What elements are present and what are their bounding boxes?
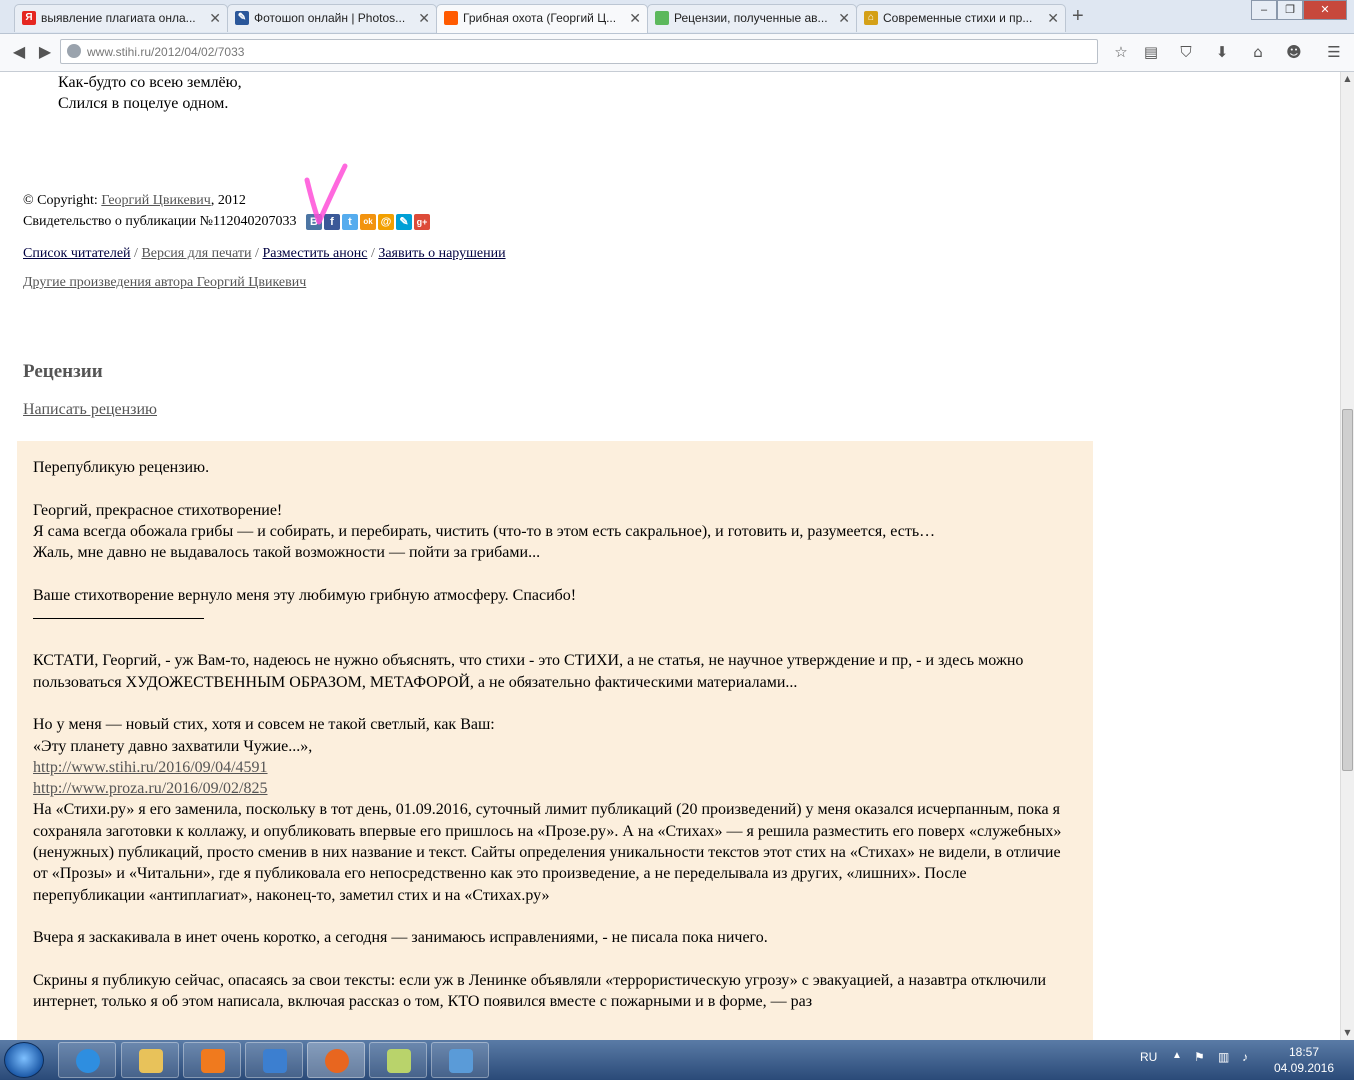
minimize-button[interactable]: – [1251, 0, 1277, 20]
tab-modern-poems[interactable]: ⌂ Современные стихи и пр... ✕ [856, 4, 1066, 32]
copyright-year: , 2012 [210, 193, 246, 208]
place-announcement-link[interactable]: Разместить анонс [262, 246, 367, 261]
pink-checkmark-annotation [304, 163, 348, 225]
forward-icon[interactable]: ▶ [34, 41, 56, 63]
review-paragraph: Жаль, мне давно не выдавалось такой возм… [33, 544, 541, 562]
review-paragraph: «Эту планету давно захватили Чужие...», [33, 737, 313, 755]
close-tab-icon[interactable]: ✕ [418, 5, 430, 31]
tab-photoshop[interactable]: ✎ Фотошоп онлайн | Photos... ✕ [227, 4, 437, 32]
copyright-prefix: © Copyright: [23, 193, 102, 208]
review-paragraph: Перепубликую рецензию. [33, 459, 210, 476]
page-content: Как-будто со всею землёю, Слился в поцел… [0, 72, 1340, 1040]
proza-link[interactable]: http://www.proza.ru/2016/09/02/825 [33, 780, 268, 797]
poem-line: Слился в поцелуе одном. [58, 95, 229, 112]
download-icon[interactable]: ⬇ [1211, 41, 1233, 63]
tab-label: Современные стихи и пр... [883, 11, 1033, 25]
link-separator: / [367, 246, 379, 261]
review-paragraph: Георгий, прекрасное стихотворение! [33, 501, 283, 519]
address-bar[interactable] [60, 39, 1098, 64]
stihi-link[interactable]: http://www.stihi.ru/2016/09/04/4591 [33, 759, 268, 776]
internet-explorer-icon[interactable] [58, 1042, 116, 1078]
scrollbar-thumb[interactable] [1342, 409, 1353, 771]
menu-icon[interactable]: ☰ [1323, 41, 1345, 63]
copyright-block: © Copyright: Георгий Цвикевич, 2012 Свид… [23, 190, 432, 232]
globe-icon [67, 44, 81, 58]
close-tab-icon[interactable]: ✕ [838, 5, 850, 31]
mailru-icon[interactable]: @ [378, 214, 395, 231]
reviews-heading: Рецензии [23, 361, 103, 382]
wordpad-icon[interactable] [245, 1042, 303, 1078]
new-tab-button[interactable]: + [1072, 5, 1084, 28]
media-player-icon[interactable] [183, 1042, 241, 1078]
stihi-favicon-icon [444, 11, 458, 25]
green-favicon-icon [655, 11, 669, 25]
home-favicon-icon: ⌂ [864, 11, 878, 25]
start-button[interactable] [4, 1042, 44, 1078]
work-links: Список читателей / Версия для печати / Р… [23, 246, 506, 262]
navigation-toolbar: ◀ ▶ ☆ ▤ ⛉ ⬇ ⌂ ☻ ☰ [0, 34, 1354, 72]
maximize-button[interactable]: ❐ [1277, 0, 1303, 20]
photoshop-favicon-icon: ✎ [235, 11, 249, 25]
tab-label: Грибная охота (Георгий Ц... [463, 11, 617, 25]
link-separator: / [251, 246, 263, 261]
print-version-link[interactable]: Версия для печати [141, 246, 251, 261]
livejournal-icon[interactable]: ✎ [396, 214, 413, 231]
other-works-link[interactable]: Другие произведения автора Георгий Цвике… [23, 275, 306, 291]
googleplus-icon[interactable]: g+ [414, 214, 431, 231]
tab-label: выявление плагиата онла... [41, 11, 196, 25]
yandex-favicon-icon: Я [22, 11, 36, 25]
chat-icon[interactable]: ☻ [1283, 41, 1305, 63]
review-box: Перепубликую рецензию. Георгий, прекрасн… [17, 441, 1093, 1040]
publication-certificate: Свидетельство о публикации №112040207033 [23, 214, 297, 229]
review-paragraph: Но у меня — новый стих, хотя и совсем не… [33, 716, 495, 734]
poem-line: Как-будто со всею землёю, [58, 74, 242, 91]
paint-icon[interactable] [369, 1042, 427, 1078]
home-icon[interactable]: ⌂ [1247, 41, 1269, 63]
poem-ending: Как-будто со всею землёю, Слился в поцел… [58, 72, 242, 114]
scroll-up-icon[interactable]: ▲ [1341, 72, 1354, 86]
clock-date: 04.09.2016 [1273, 1061, 1335, 1075]
network-icon[interactable]: ▥ [1218, 1050, 1229, 1064]
action-center-icon[interactable]: ⚑ [1194, 1050, 1205, 1064]
vertical-scrollbar[interactable]: ▲ ▼ [1340, 72, 1354, 1040]
reading-list-icon[interactable]: ▤ [1140, 41, 1162, 63]
review-paragraph: Я сама всегда обожала грибы — и собирать… [33, 522, 936, 540]
readers-list-link[interactable]: Список читателей [23, 246, 131, 261]
volume-icon[interactable]: ♪ [1242, 1050, 1248, 1064]
divider-line [33, 606, 204, 620]
tab-label: Фотошоп онлайн | Photos... [254, 11, 406, 25]
photo-viewer-icon[interactable] [431, 1042, 489, 1078]
tab-label: Рецензии, полученные ав... [674, 11, 828, 25]
author-link[interactable]: Георгий Цвикевич [101, 193, 211, 208]
review-paragraph: Скрины я публикую сейчас, опасаясь за св… [33, 971, 1047, 1011]
close-tab-icon[interactable]: ✕ [209, 5, 221, 31]
system-clock[interactable]: 18:57 04.09.2016 [1272, 1044, 1336, 1076]
scroll-down-icon[interactable]: ▼ [1341, 1026, 1354, 1040]
close-tab-icon[interactable]: ✕ [1047, 5, 1059, 31]
close-window-button[interactable]: ✕ [1303, 0, 1347, 20]
tab-mushroom-hunt[interactable]: Грибная охота (Георгий Ц... ✕ [436, 4, 648, 33]
url-input[interactable] [87, 42, 1087, 61]
language-indicator[interactable]: RU [1140, 1050, 1157, 1064]
pocket-icon[interactable]: ⛉ [1175, 41, 1197, 63]
review-paragraph: Ваше стихотворение вернуло меня эту люби… [33, 586, 577, 604]
close-tab-icon[interactable]: ✕ [629, 5, 641, 31]
review-paragraph: КСТАТИ, Георгий, - уж Вам-то, надеюсь не… [33, 652, 1024, 691]
firefox-icon[interactable] [307, 1042, 365, 1078]
report-violation-link[interactable]: Заявить о нарушении [378, 246, 505, 261]
review-paragraph: На «Стихи.ру» я его заменила, поскольку … [33, 801, 1062, 904]
tab-plagiarism[interactable]: Я выявление плагиата онла... ✕ [14, 4, 228, 32]
write-review-link[interactable]: Написать рецензию [23, 401, 157, 419]
tab-strip: Я выявление плагиата онла... ✕ ✎ Фотошоп… [0, 0, 1354, 34]
clock-time: 18:57 [1288, 1045, 1320, 1059]
explorer-folder-icon[interactable] [121, 1042, 179, 1078]
odnoklassniki-icon[interactable]: ok [360, 214, 377, 231]
windows-taskbar: RU ▲ ⚑ ▥ ♪ 18:57 04.09.2016 [0, 1040, 1354, 1080]
review-paragraph: Вчера я заскакивала в инет очень коротко… [33, 929, 768, 947]
back-icon[interactable]: ◀ [8, 41, 30, 63]
link-separator: / [130, 246, 142, 261]
tab-reviews[interactable]: Рецензии, полученные ав... ✕ [647, 4, 857, 32]
show-hidden-icons-icon[interactable]: ▲ [1172, 1050, 1182, 1061]
star-icon[interactable]: ☆ [1110, 41, 1132, 63]
